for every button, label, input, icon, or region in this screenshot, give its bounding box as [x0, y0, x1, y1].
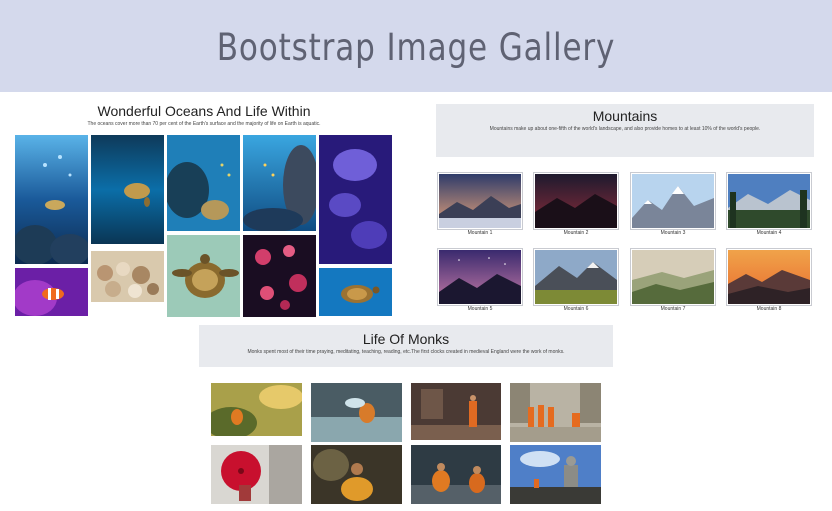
ocean-photo-coral-reef[interactable]: [167, 135, 240, 231]
mountain-card-7[interactable]: Mountain 7: [630, 248, 716, 312]
ocean-photo-jellyfish-pink[interactable]: [243, 235, 316, 317]
monks-title: Life Of Monks: [362, 331, 450, 347]
mountain-image-7[interactable]: [630, 248, 716, 306]
monk-photo-meditation-jungle[interactable]: [211, 383, 302, 436]
mountain-image-5[interactable]: [437, 248, 523, 306]
ocean-photo-reef-diver[interactable]: [15, 135, 88, 264]
page-title: Bootstrap Image Gallery: [216, 26, 616, 69]
header-banner: Bootstrap Image Gallery: [0, 0, 832, 92]
monk-photo-two-monks[interactable]: [411, 445, 501, 504]
ocean-photo-seashells[interactable]: [91, 251, 164, 302]
mountain-caption-4: Mountain 4: [756, 230, 782, 236]
oceans-description: The oceans cover more than 70 per cent o…: [87, 121, 321, 127]
mountains-description: Mountains make up about one-fifth of the…: [489, 126, 761, 132]
monk-photo-red-umbrella[interactable]: [211, 445, 302, 504]
mountain-image-2[interactable]: [533, 172, 619, 230]
mountain-card-5[interactable]: Mountain 5: [437, 248, 523, 312]
ocean-photo-turtle-surface[interactable]: [319, 268, 392, 316]
monk-photo-group-temple[interactable]: [510, 383, 601, 442]
ocean-photo-clownfish[interactable]: [15, 268, 88, 316]
mountain-card-3[interactable]: Mountain 3: [630, 172, 716, 236]
mountain-caption-6: Mountain 6: [563, 306, 589, 312]
ocean-photo-jellyfish-purple[interactable]: [319, 135, 392, 264]
monk-photo-river-splash[interactable]: [311, 383, 402, 442]
ocean-photo-turtle-deep[interactable]: [91, 135, 164, 244]
mountain-card-1[interactable]: Mountain 1: [437, 172, 523, 236]
mountain-caption-1: Mountain 1: [467, 230, 493, 236]
mountain-image-6[interactable]: [533, 248, 619, 306]
mountain-card-6[interactable]: Mountain 6: [533, 248, 619, 312]
mountain-image-1[interactable]: [437, 172, 523, 230]
mountain-image-8[interactable]: [726, 248, 812, 306]
mountain-image-3[interactable]: [630, 172, 716, 230]
ocean-photo-sea-turtle-shallow[interactable]: [167, 235, 240, 317]
mountain-caption-5: Mountain 5: [467, 306, 493, 312]
mountain-card-4[interactable]: Mountain 4: [726, 172, 812, 236]
mountains-header-panel: Mountains Mountains make up about one-fi…: [436, 104, 814, 157]
mountain-card-2[interactable]: Mountain 2: [533, 172, 619, 236]
mountain-caption-7: Mountain 7: [660, 306, 686, 312]
monk-photo-sweeping[interactable]: [411, 383, 501, 440]
monk-photo-meditation-dark[interactable]: [311, 445, 402, 504]
mountains-title: Mountains: [592, 108, 658, 124]
mountain-caption-2: Mountain 2: [563, 230, 589, 236]
monks-header-panel: Life Of Monks Monks spent most of their …: [199, 325, 613, 367]
mountain-card-8[interactable]: Mountain 8: [726, 248, 812, 312]
mountain-caption-3: Mountain 3: [660, 230, 686, 236]
oceans-title: Wonderful Oceans And Life Within: [97, 103, 311, 119]
mountain-caption-8: Mountain 8: [756, 306, 782, 312]
monk-photo-statue[interactable]: [510, 445, 601, 504]
mountain-image-4[interactable]: [726, 172, 812, 230]
monks-description: Monks spent most of their time praying, …: [247, 349, 565, 355]
ocean-photo-reef-fish[interactable]: [243, 135, 316, 231]
